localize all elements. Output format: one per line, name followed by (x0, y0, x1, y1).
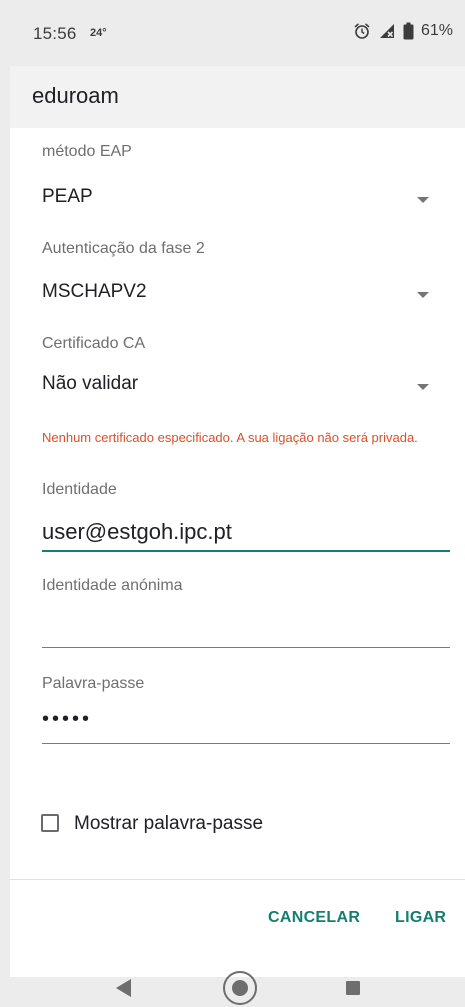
dropdown-arrow-icon (417, 292, 429, 298)
dropdown-arrow-icon (417, 197, 429, 203)
identity-underline (42, 550, 450, 552)
home-icon[interactable] (223, 971, 257, 1005)
alarm-icon (354, 23, 370, 39)
battery-percent: 61% (420, 22, 453, 39)
signal-icon (379, 24, 394, 38)
password-label: Palavra-passe (42, 675, 145, 692)
ca-certificate-value: Não validar (42, 373, 139, 394)
ca-certificate-spinner[interactable]: Não validar (32, 363, 452, 407)
ca-certificate-label: Certificado CA (42, 335, 146, 352)
phase2-auth-value: MSCHAPV2 (42, 281, 147, 302)
anonymous-identity-underline (42, 647, 450, 648)
dropdown-arrow-icon (417, 384, 429, 390)
wifi-config-dialog: eduroam método EAP PEAP Autenticação da … (10, 66, 465, 977)
status-temperature: 24° (90, 27, 107, 39)
ca-certificate-warning: Nenhum certificado especificado. A sua l… (42, 430, 418, 445)
battery-icon (403, 22, 414, 40)
password-input[interactable]: ••••• (42, 708, 450, 738)
connect-button[interactable]: LIGAR (395, 909, 446, 927)
phase2-auth-spinner[interactable]: MSCHAPV2 (32, 271, 452, 315)
eap-method-value: PEAP (42, 186, 93, 207)
identity-input[interactable] (42, 517, 450, 547)
status-time: 15:56 (33, 24, 77, 43)
show-password-checkbox[interactable] (41, 814, 59, 832)
eap-method-spinner[interactable]: PEAP (32, 176, 452, 220)
status-icons: 61% (353, 22, 453, 40)
dialog-title: eduroam (32, 83, 119, 108)
anonymous-identity-input[interactable] (42, 612, 450, 642)
cancel-button[interactable]: CANCELAR (268, 909, 360, 927)
eap-method-label: método EAP (42, 143, 132, 160)
status-bar: 15:56 24° 61% (0, 0, 465, 66)
navigation-bar (0, 971, 465, 1007)
password-underline (42, 743, 450, 744)
actions-divider (10, 879, 465, 880)
back-icon[interactable] (116, 979, 131, 997)
show-password-label[interactable]: Mostrar palavra-passe (74, 813, 263, 835)
phase2-auth-label: Autenticação da fase 2 (42, 240, 205, 257)
identity-label: Identidade (42, 481, 117, 498)
recents-icon[interactable] (346, 981, 360, 995)
home-dot (232, 980, 248, 996)
anonymous-identity-label: Identidade anónima (42, 577, 183, 594)
